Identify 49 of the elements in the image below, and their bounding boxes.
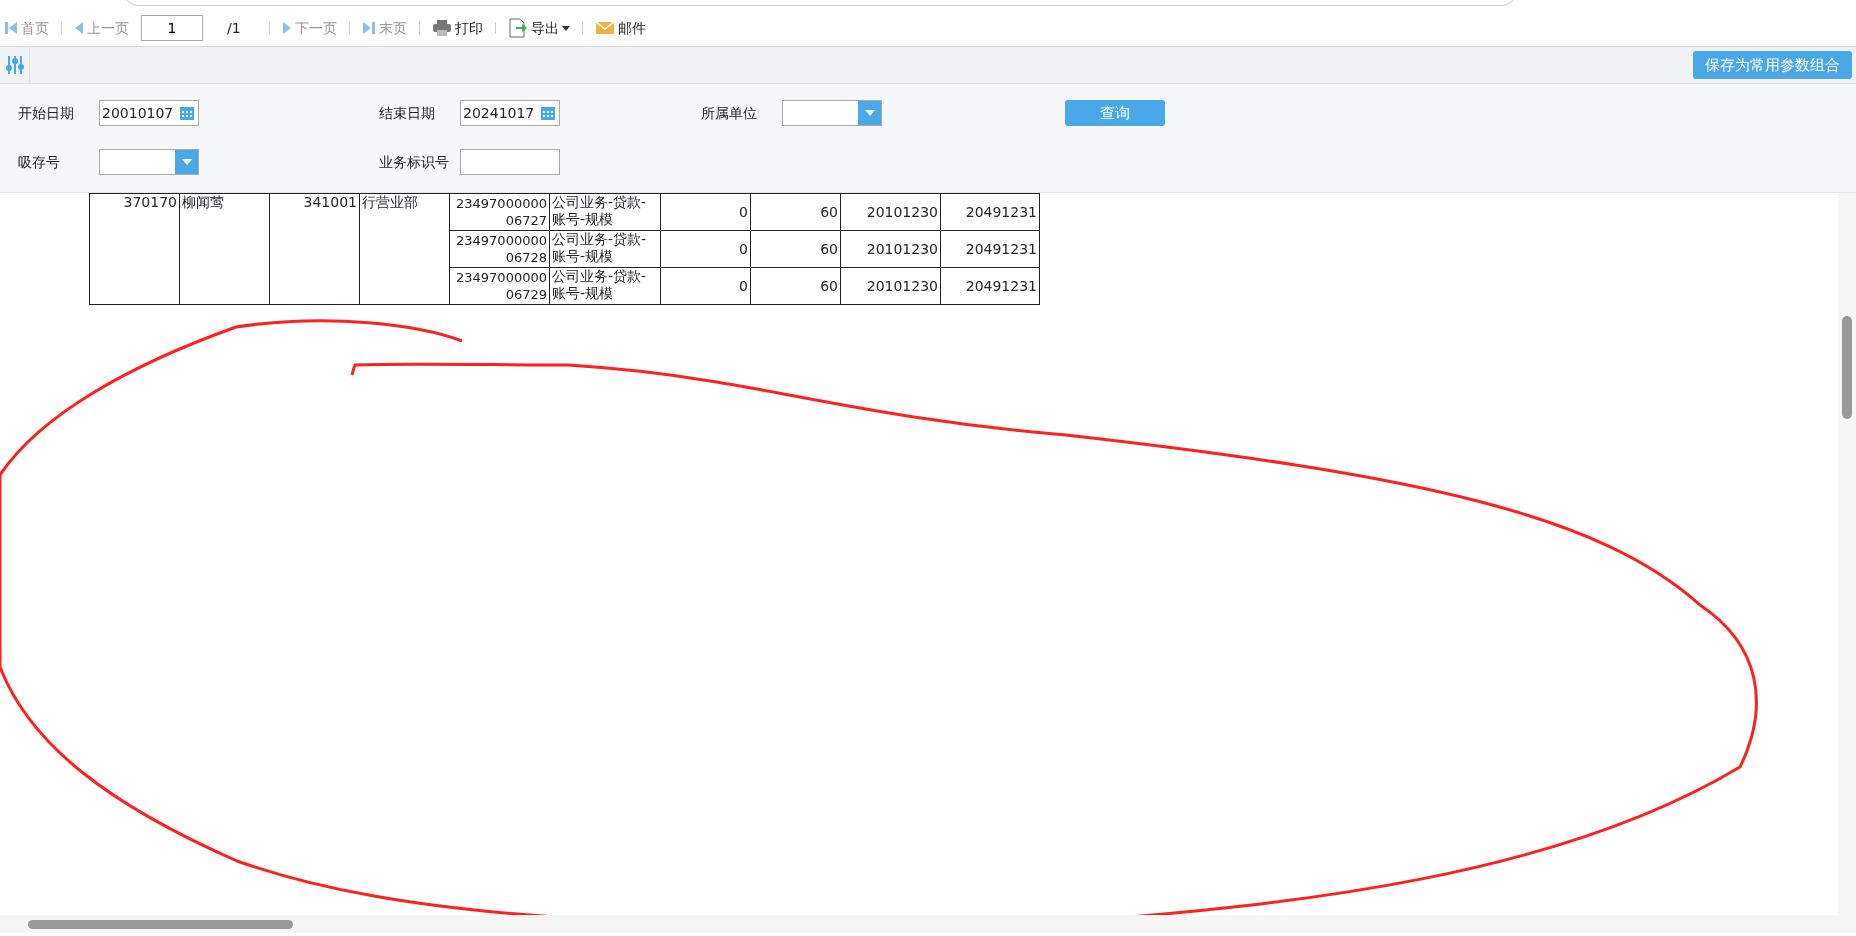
table-cell: 20101230 [840,267,941,305]
table-cell: 公司业务-贷款-账号-规模 [549,230,661,268]
caret-icon [562,25,570,31]
table-cell: 柳闻莺 [179,193,270,305]
table-cell: 0 [660,193,751,231]
table-cell: 60 [750,193,841,231]
table-cell: 23497000000 06728 [449,230,550,268]
previous-icon [74,20,84,36]
next-icon [282,20,292,36]
dropdown-field[interactable] [99,149,199,175]
printer-icon [432,19,452,37]
vertical-scrollbar[interactable] [1838,193,1856,933]
first-page-icon [4,20,18,36]
field-label: 所属单位 [700,103,758,123]
date-field[interactable]: 20010107 [99,100,199,126]
field-label: 吸存号 [17,152,61,172]
table-cell: 20491231 [940,230,1040,268]
table-cell: 20491231 [940,193,1040,231]
last-page-icon [362,20,376,36]
page-total: /1 [226,18,242,38]
print-button[interactable]: 打印 [430,17,485,39]
table-cell: 公司业务-贷款-账号-规模 [549,267,661,305]
page-number-field[interactable]: 1 [141,15,203,41]
table-cell: 23497000000 06727 [449,193,550,231]
export-button[interactable]: 导出 [506,17,572,39]
table-cell: 0 [660,267,751,305]
horizontal-scrollbar[interactable] [0,915,1838,933]
table-cell: 60 [750,267,841,305]
table-cell: 0 [660,230,751,268]
input-field[interactable] [460,149,560,175]
table-cell: 341001 [269,193,360,305]
field-label: 业务标识号 [378,152,450,172]
table-cell: 行营业部 [359,193,450,305]
table-cell: 20101230 [840,230,941,268]
dropdown-icon[interactable] [858,101,881,125]
date-field[interactable]: 20241017 [460,100,560,126]
mail-button[interactable]: 邮件 [593,17,648,39]
table-cell: 公司业务-贷款-账号-规模 [549,193,661,231]
export-icon [508,18,528,38]
dropdown-field[interactable] [782,100,882,126]
table-cell: 370170 [89,193,180,305]
table-cell: 60 [750,230,841,268]
mail-icon [595,20,615,36]
table-cell: 23497000000 06729 [449,267,550,305]
field-label: 结束日期 [378,103,436,123]
dropdown-icon[interactable] [175,150,198,174]
table-cell: 20491231 [940,267,1040,305]
table-cell: 20101230 [840,193,941,231]
field-label: 开始日期 [17,103,75,123]
